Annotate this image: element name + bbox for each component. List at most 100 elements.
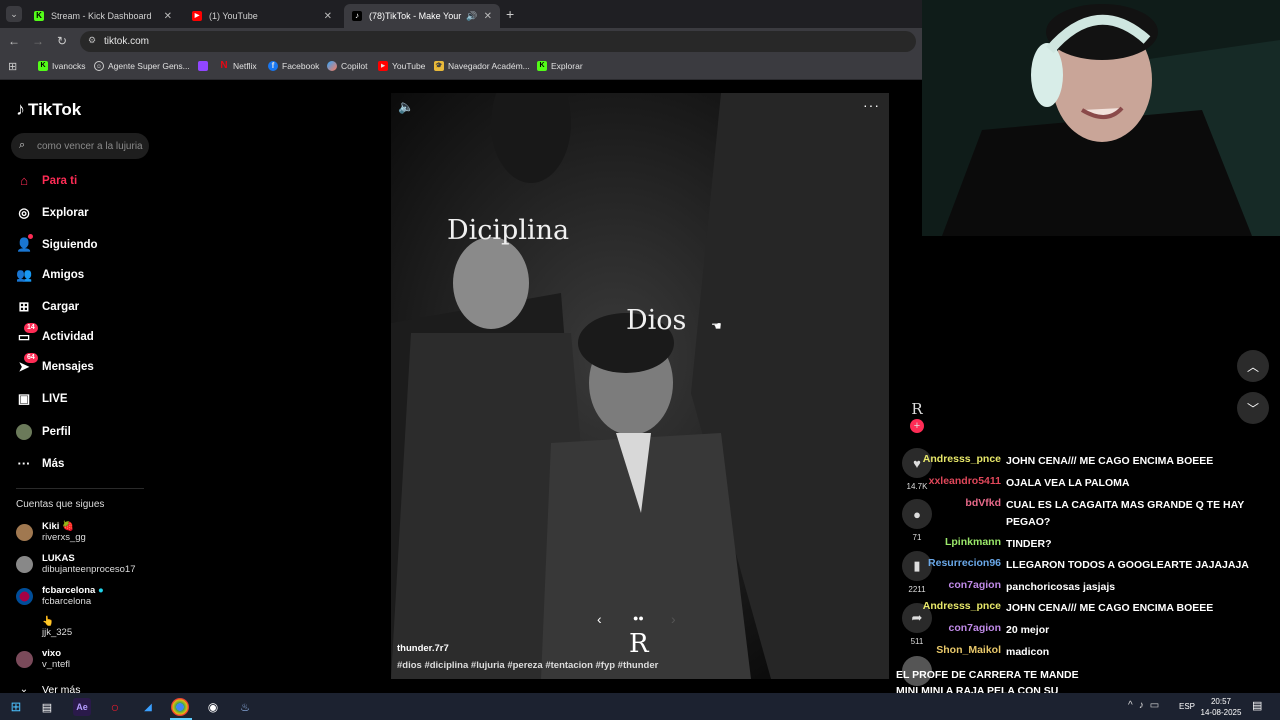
tab-youtube[interactable]: ▶ (1) YouTube ✕ xyxy=(184,4,340,28)
bookmark-twitch[interactable] xyxy=(198,61,212,71)
profile-icon xyxy=(16,424,32,440)
tab-kick[interactable]: K Stream - Kick Dashboard ✕ xyxy=(26,4,180,28)
bookmark-explorar[interactable]: K Explorar xyxy=(537,61,583,71)
compass-icon: ◎ xyxy=(18,205,30,220)
creator-logo-icon: R xyxy=(911,400,923,418)
close-icon[interactable]: ✕ xyxy=(324,11,332,22)
watermark: R xyxy=(629,629,649,659)
nav-perfil[interactable]: Perfil xyxy=(16,424,71,440)
video-player[interactable]: 🔈 ··· Diciplina Dios ☚ ‹ ●● › R thunder.… xyxy=(391,93,889,679)
chat-username: bdVfkd xyxy=(965,497,1001,509)
overlay-text-1: Diciplina xyxy=(447,215,570,246)
tab-tiktok[interactable]: ♪ (78)TikTok - Make Your Day 🔊 ✕ xyxy=(344,4,500,28)
tiktok-logo[interactable]: ♪ TikTok xyxy=(16,99,81,120)
chrome-icon[interactable] xyxy=(171,698,189,716)
chevron-down-icon: ﹀ xyxy=(1246,401,1259,416)
followed-account[interactable]: fcbarcelona ● fcbarcelona xyxy=(16,585,104,608)
prev-video-button[interactable]: ︿ xyxy=(1237,350,1269,382)
bookmark-copilot[interactable]: Copilot xyxy=(327,61,367,71)
followed-account[interactable]: 👆 jjk_325 xyxy=(16,616,72,639)
chat-text: LLEGARON TODOS A GOOGLEARTE JAJAJAJA xyxy=(1006,559,1249,571)
chat-message: bdVfkd CUAL ES LA CAGAITA MAS GRANDE Q TE… xyxy=(896,497,1280,531)
next-video-button[interactable]: ﹀ xyxy=(1237,392,1269,424)
speaker-icon[interactable]: 🔊 xyxy=(466,11,477,22)
bookmark-navegador[interactable]: 🎓 Navegador Académ... xyxy=(434,61,530,71)
windows-start-icon[interactable]: ⊞ xyxy=(7,698,25,716)
new-tab-button[interactable]: + xyxy=(506,6,514,22)
url-field[interactable]: ⚙ tiktok.com xyxy=(80,31,916,52)
chat-text: JOHN CENA/// ME CAGO ENCIMA BOEEE xyxy=(1006,602,1214,614)
tiktok-sidebar: ♪ TikTok ⌕ como vencer a la lujuria ⌂ Para… xyxy=(0,81,160,696)
nav-mas[interactable]: ··· Más xyxy=(16,456,65,472)
home-icon: ⌂ xyxy=(20,173,28,188)
browser-tab-bar: ⌄ K Stream - Kick Dashboard ✕ ▶ (1) YouT… xyxy=(0,0,922,28)
more-options-icon[interactable]: ··· xyxy=(863,97,880,113)
close-icon[interactable]: ✕ xyxy=(164,11,172,22)
netflix-icon: N xyxy=(220,60,228,71)
avatar xyxy=(16,619,33,636)
bookmark-agente[interactable]: ☺ Agente Super Gens... xyxy=(94,61,190,71)
followed-account[interactable]: vixo v_ntefl xyxy=(16,648,70,671)
prev-slide-icon[interactable]: ‹ xyxy=(597,611,602,627)
academic-icon: 🎓 xyxy=(434,61,444,71)
opera-icon[interactable]: ○ xyxy=(106,698,124,716)
obs-icon[interactable]: ◉ xyxy=(204,698,222,716)
chat-username: Resurrecion96 xyxy=(928,557,1001,569)
follow-plus-icon[interactable]: + xyxy=(910,419,924,433)
next-slide-icon[interactable]: › xyxy=(671,611,676,627)
live-icon: ▣ xyxy=(17,391,31,406)
volume-icon[interactable]: 🔈 xyxy=(398,99,414,115)
bookmark-ivanocks[interactable]: K Ivanocks xyxy=(38,61,86,71)
bookmark-facebook[interactable]: f Facebook xyxy=(268,61,319,71)
search-input[interactable]: ⌕ como vencer a la lujuria xyxy=(11,133,149,159)
nav-mensajes[interactable]: ➤ 64 Mensajes xyxy=(16,353,94,375)
tab-search-icon[interactable]: ⌄ xyxy=(6,6,22,22)
nav-cargar[interactable]: ⊞ Cargar xyxy=(16,299,80,315)
nav-explorar[interactable]: ◎ Explorar xyxy=(16,205,88,221)
reload-icon[interactable]: ↻ xyxy=(54,34,70,48)
system-tray-icons[interactable]: ^♪▭ xyxy=(1128,700,1165,711)
tiktok-icon: ♪ xyxy=(352,11,362,21)
cursor-icon: ☚ xyxy=(711,319,722,333)
bookmark-youtube[interactable]: ▶ YouTube xyxy=(378,61,425,71)
chat-username: con7agion xyxy=(948,579,1001,591)
back-icon[interactable]: ← xyxy=(6,34,22,48)
site-info-icon[interactable]: ⚙ xyxy=(88,35,96,46)
video-author[interactable]: thunder.7r7 xyxy=(397,643,449,654)
youtube-icon: ▶ xyxy=(192,11,202,21)
app-icon[interactable]: ◢ xyxy=(139,698,157,716)
close-icon[interactable]: ✕ xyxy=(484,11,492,22)
nav-live[interactable]: ▣ LIVE xyxy=(16,391,68,407)
overlay-text-2: Dios xyxy=(626,305,687,336)
video-hashtags[interactable]: #dios #diciplina #lujuria #pereza #tenta… xyxy=(397,660,658,671)
chat-text: OJALA VEA LA PALOMA xyxy=(1006,477,1130,489)
steam-icon[interactable]: ♨ xyxy=(236,698,254,716)
clock[interactable]: 20:57 14-08-2025 xyxy=(1200,696,1242,718)
chat-message: Shon_Maikol madicon xyxy=(896,644,1280,661)
language-indicator[interactable]: ESP xyxy=(1179,702,1195,711)
avatar xyxy=(16,651,33,668)
forward-icon[interactable]: → xyxy=(30,34,46,48)
bookmarks-bar: ⊞ K Ivanocks ☺ Agente Super Gens... N Netfl… xyxy=(0,55,922,80)
creator-avatar[interactable]: R + xyxy=(902,400,932,433)
messages-badge: 64 xyxy=(24,353,38,363)
chat-message: Resurrecion96 LLEGARON TODOS A GOOGLEARTE… xyxy=(896,557,1280,574)
nav-siguiendo[interactable]: 👤 Siguiendo xyxy=(16,234,98,253)
youtube-icon: ▶ xyxy=(378,61,388,71)
nav-para-ti[interactable]: ⌂ Para ti xyxy=(16,173,77,189)
task-view-icon[interactable]: ▤ xyxy=(38,698,56,716)
after-effects-icon[interactable]: Ae xyxy=(73,698,91,716)
avatar xyxy=(16,524,33,541)
bookmark-netflix[interactable]: N Netflix xyxy=(219,60,256,72)
nav-amigos[interactable]: 👥 Amigos xyxy=(16,267,84,283)
chat-text: TINDER? xyxy=(1006,538,1052,550)
notification-icon[interactable]: ▤ xyxy=(1252,699,1262,712)
followed-account[interactable]: LUKAS dibujanteenproceso17 xyxy=(16,553,136,576)
tab-title: Stream - Kick Dashboard xyxy=(51,11,152,21)
nav-actividad[interactable]: ▭ 14 Actividad xyxy=(16,323,94,345)
apps-grid-icon[interactable]: ⊞ xyxy=(8,60,17,73)
facebook-icon: f xyxy=(268,61,278,71)
kick-icon: K xyxy=(537,61,547,71)
followed-account[interactable]: Kiki 🍓 riverxs_gg xyxy=(16,521,86,544)
url-text: tiktok.com xyxy=(104,36,150,47)
